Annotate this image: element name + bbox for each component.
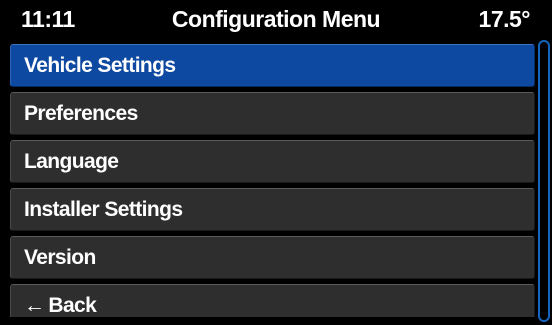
menu-item-version[interactable]: Version: [10, 236, 535, 279]
back-button-label: Back: [48, 294, 97, 317]
menu-item-label: Preferences: [24, 102, 138, 125]
scrollbar-thumb[interactable]: [541, 43, 547, 319]
menu-item-label: Language: [24, 150, 119, 173]
menu-item-vehicle-settings[interactable]: Vehicle Settings: [10, 44, 535, 87]
menu-scrollbar[interactable]: [538, 40, 550, 322]
menu-item-language[interactable]: Language: [10, 140, 535, 183]
menu-item-label: Installer Settings: [24, 198, 183, 221]
menu-item-label: Version: [24, 246, 96, 269]
status-header: 11:11 Configuration Menu 17.5°: [0, 0, 552, 38]
configuration-menu-list: Vehicle Settings Preferences Language In…: [10, 44, 535, 317]
back-button-content: ← Back: [24, 294, 97, 318]
menu-item-installer-settings[interactable]: Installer Settings: [10, 188, 535, 231]
menu-item-label: Vehicle Settings: [24, 54, 176, 77]
page-title: Configuration Menu: [171, 6, 381, 32]
back-arrow-icon: ←: [24, 294, 45, 317]
temperature-readout: 17.5°: [478, 6, 531, 32]
menu-item-preferences[interactable]: Preferences: [10, 92, 535, 135]
back-button[interactable]: ← Back: [10, 284, 535, 317]
